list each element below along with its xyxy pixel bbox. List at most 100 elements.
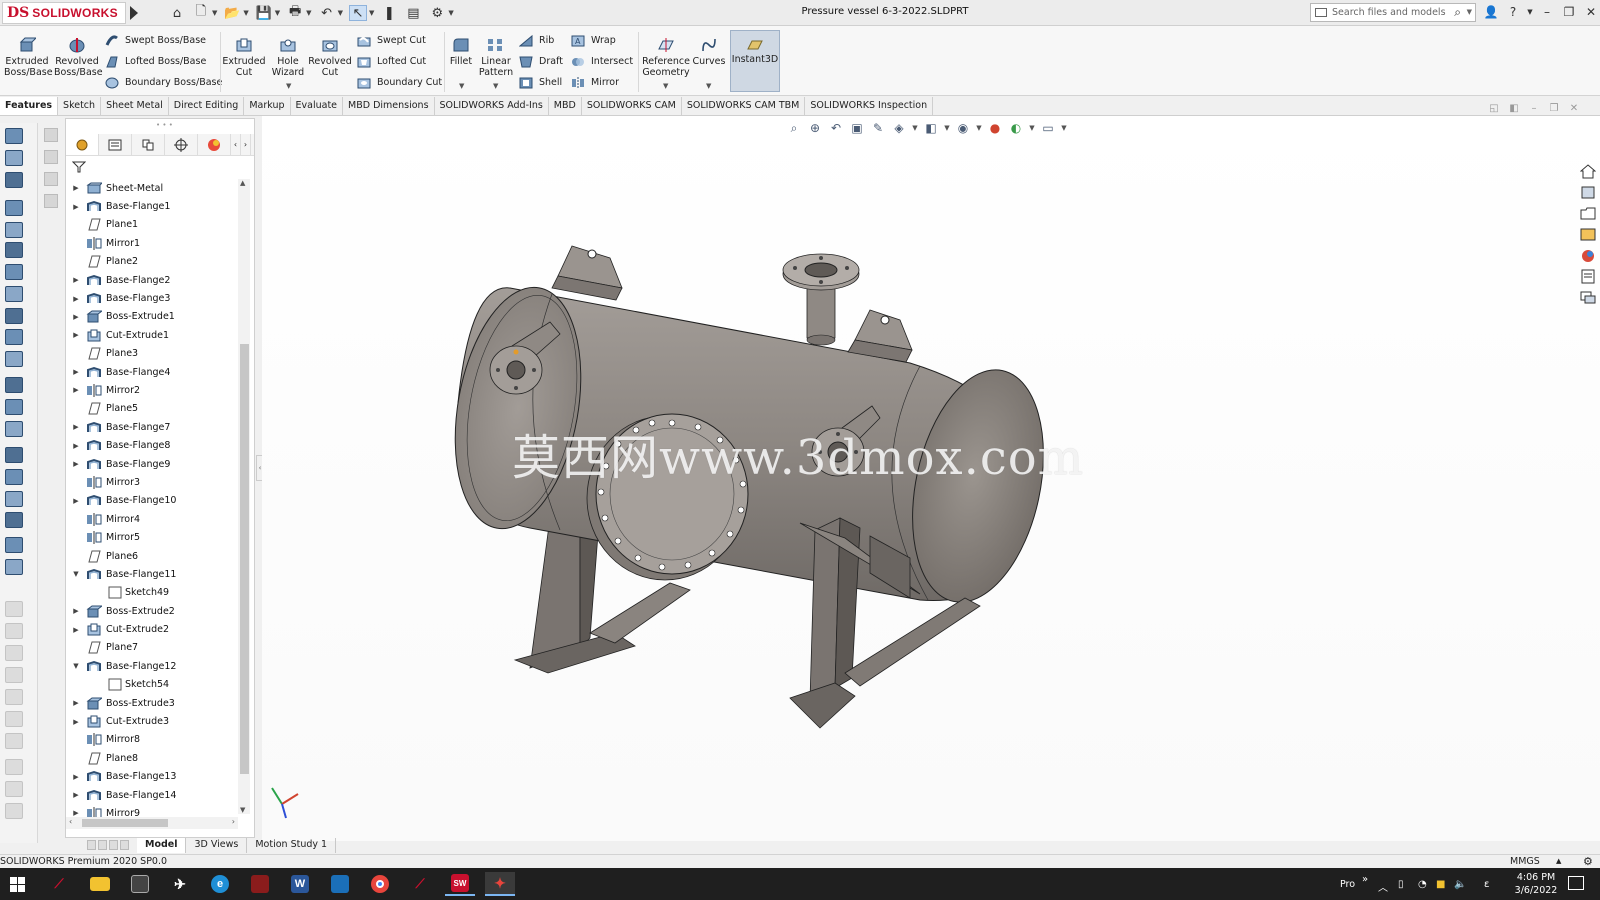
file-explorer-icon[interactable]	[1580, 206, 1596, 221]
feature-tree-item[interactable]: Plane2	[66, 253, 238, 271]
tab-mbd[interactable]: MBD	[549, 97, 582, 115]
expand-arrow-icon[interactable]: ▶	[72, 331, 80, 339]
viewport-restore-icon[interactable]: ❐	[1548, 102, 1560, 114]
left-strip-tool-icon[interactable]	[5, 781, 23, 797]
secondary-strip-tool-icon[interactable]	[44, 172, 58, 186]
left-strip-tool-icon[interactable]	[5, 601, 23, 617]
app-pin-icon[interactable]: ⟋	[405, 872, 435, 896]
feature-tree-item[interactable]: ▶ Sheet-Metal	[66, 179, 238, 197]
boundary-cut-button[interactable]: Boundary Cut	[356, 75, 442, 89]
menu-expand-arrow-icon[interactable]	[130, 6, 138, 20]
left-strip-tool-icon[interactable]	[5, 351, 23, 367]
chevron-down-icon[interactable]: ▼	[1060, 120, 1068, 136]
volume-icon[interactable]: 🔈	[1454, 879, 1466, 890]
left-strip-tool-icon[interactable]	[5, 491, 23, 507]
left-strip-tool-icon[interactable]	[5, 200, 23, 216]
chevron-up-icon[interactable]: ▲	[1556, 857, 1561, 865]
extruded-boss-button[interactable]: Extruded Boss/Base	[4, 36, 53, 78]
left-strip-tool-icon[interactable]	[5, 469, 23, 485]
instant3d-button[interactable]: Instant3D	[730, 30, 780, 92]
chrome-icon[interactable]	[365, 872, 395, 896]
feature-tree-item[interactable]: Sketch54	[66, 676, 238, 694]
expand-arrow-icon[interactable]: ▶	[72, 423, 80, 431]
left-strip-tool-icon[interactable]	[5, 689, 23, 705]
chevron-down-icon[interactable]: ▼	[275, 9, 280, 17]
feature-tree-item[interactable]: ▶ Base-Flange9	[66, 455, 238, 473]
expand-arrow-icon[interactable]: ▶	[72, 718, 80, 726]
left-strip-tool-icon[interactable]	[5, 537, 23, 553]
expand-arrow-icon[interactable]: ▶	[72, 626, 80, 634]
left-strip-tool-icon[interactable]	[5, 667, 23, 683]
expand-arrow-icon[interactable]: ▶	[72, 791, 80, 799]
dimxpert-tab-icon[interactable]	[165, 134, 198, 155]
chevron-right-icon[interactable]: ›	[241, 134, 251, 155]
chevron-left-icon[interactable]: ‹	[231, 134, 241, 155]
tab-direct-editing[interactable]: Direct Editing	[169, 97, 245, 115]
left-strip-tool-icon[interactable]	[5, 623, 23, 639]
new-document-icon[interactable]: 🗋	[192, 4, 210, 21]
reference-geometry-button[interactable]: Reference Geometry	[640, 36, 692, 78]
collapse-arrow-icon[interactable]: ▼	[72, 570, 80, 578]
viewport-minimize-icon[interactable]: –	[1528, 102, 1540, 114]
left-strip-tool-icon[interactable]	[5, 377, 23, 393]
hole-wizard-button[interactable]: Hole Wizard	[268, 36, 308, 78]
edit-appearance-icon[interactable]: ●	[986, 120, 1004, 136]
shell-button[interactable]: Shell	[518, 75, 562, 89]
appearances-icon[interactable]	[1580, 248, 1596, 263]
solidworks-logo[interactable]: DS SOLIDWORKS	[2, 2, 126, 24]
calculator-icon[interactable]	[125, 872, 155, 896]
restore-icon[interactable]: ❐	[1560, 2, 1578, 22]
expand-arrow-icon[interactable]: ▶	[72, 184, 80, 192]
left-strip-tool-icon[interactable]	[5, 512, 23, 528]
chevron-down-icon[interactable]: ▼	[306, 9, 311, 17]
expand-arrow-icon[interactable]: ▶	[72, 773, 80, 781]
chevron-down-icon[interactable]: ▼	[911, 120, 919, 136]
solidworks-resources-icon[interactable]	[1579, 164, 1597, 179]
property-manager-tab-icon[interactable]	[99, 134, 132, 155]
left-strip-tool-icon[interactable]	[5, 645, 23, 661]
feature-tree-item[interactable]: ▶ Boss-Extrude1	[66, 308, 238, 326]
feature-tree-item[interactable]: Mirror3	[66, 473, 238, 491]
revolved-cut-button[interactable]: Revolved Cut	[308, 36, 352, 78]
tab-features[interactable]: Features	[0, 97, 59, 115]
feature-tree-item[interactable]: ▶ Cut-Extrude2	[66, 620, 238, 638]
rebuild-icon[interactable]: ❚	[380, 5, 398, 21]
secondary-strip-tool-icon[interactable]	[44, 128, 58, 142]
left-strip-tool-icon[interactable]	[5, 803, 23, 819]
user-icon[interactable]: 👤	[1482, 2, 1500, 22]
notification-center-icon[interactable]	[1568, 876, 1584, 890]
display-manager-tab-icon[interactable]	[198, 134, 231, 155]
expand-arrow-icon[interactable]: ▶	[72, 497, 80, 505]
view-orientation-icon[interactable]: ◈	[890, 120, 908, 136]
chevron-down-icon[interactable]: ▼	[975, 120, 983, 136]
curves-button[interactable]: Curves	[692, 36, 726, 67]
feature-tree-item[interactable]: ▶ Boss-Extrude3	[66, 694, 238, 712]
custom-properties-icon[interactable]	[1580, 269, 1596, 284]
chevron-down-icon[interactable]: ▼	[286, 82, 291, 90]
feature-tree-item[interactable]: Sketch49	[66, 584, 238, 602]
feature-tree-item[interactable]: ▶ Base-Flange14	[66, 786, 238, 804]
solidworks-forum-icon[interactable]	[1580, 290, 1596, 305]
left-strip-tool-icon[interactable]	[5, 447, 23, 463]
lofted-boss-button[interactable]: Lofted Boss/Base	[104, 54, 206, 68]
tab-mbd-dimensions[interactable]: MBD Dimensions	[343, 97, 435, 115]
feature-tree-item[interactable]: ▶ Base-Flange13	[66, 768, 238, 786]
left-strip-tool-icon[interactable]	[5, 329, 23, 345]
feature-tree-item[interactable]: Mirror5	[66, 528, 238, 546]
fillet-button[interactable]: Fillet	[446, 36, 476, 67]
scroll-left-icon[interactable]: ‹	[69, 817, 72, 826]
close-icon[interactable]: ✕	[1582, 2, 1600, 22]
left-strip-tool-icon[interactable]	[5, 559, 23, 575]
tab-solidworks-inspection[interactable]: SOLIDWORKS Inspection	[805, 97, 934, 115]
feature-tree-item[interactable]: ▶ Base-Flange8	[66, 436, 238, 454]
dynamic-annotation-icon[interactable]: ✎	[869, 120, 887, 136]
feature-tree-item[interactable]: ▶ Cut-Extrude3	[66, 712, 238, 730]
view-settings-icon[interactable]: ▭	[1039, 120, 1057, 136]
expand-arrow-icon[interactable]: ▶	[72, 368, 80, 376]
feature-tree-item[interactable]: ▶ Base-Flange4	[66, 363, 238, 381]
viewport-close-icon[interactable]: ✕	[1568, 102, 1580, 114]
open-folder-icon[interactable]: 📂	[223, 5, 241, 21]
left-strip-tool-icon[interactable]	[5, 759, 23, 775]
expand-arrow-icon[interactable]: ▶	[72, 203, 80, 211]
viewport-tile-icon[interactable]: ◱	[1488, 102, 1500, 114]
